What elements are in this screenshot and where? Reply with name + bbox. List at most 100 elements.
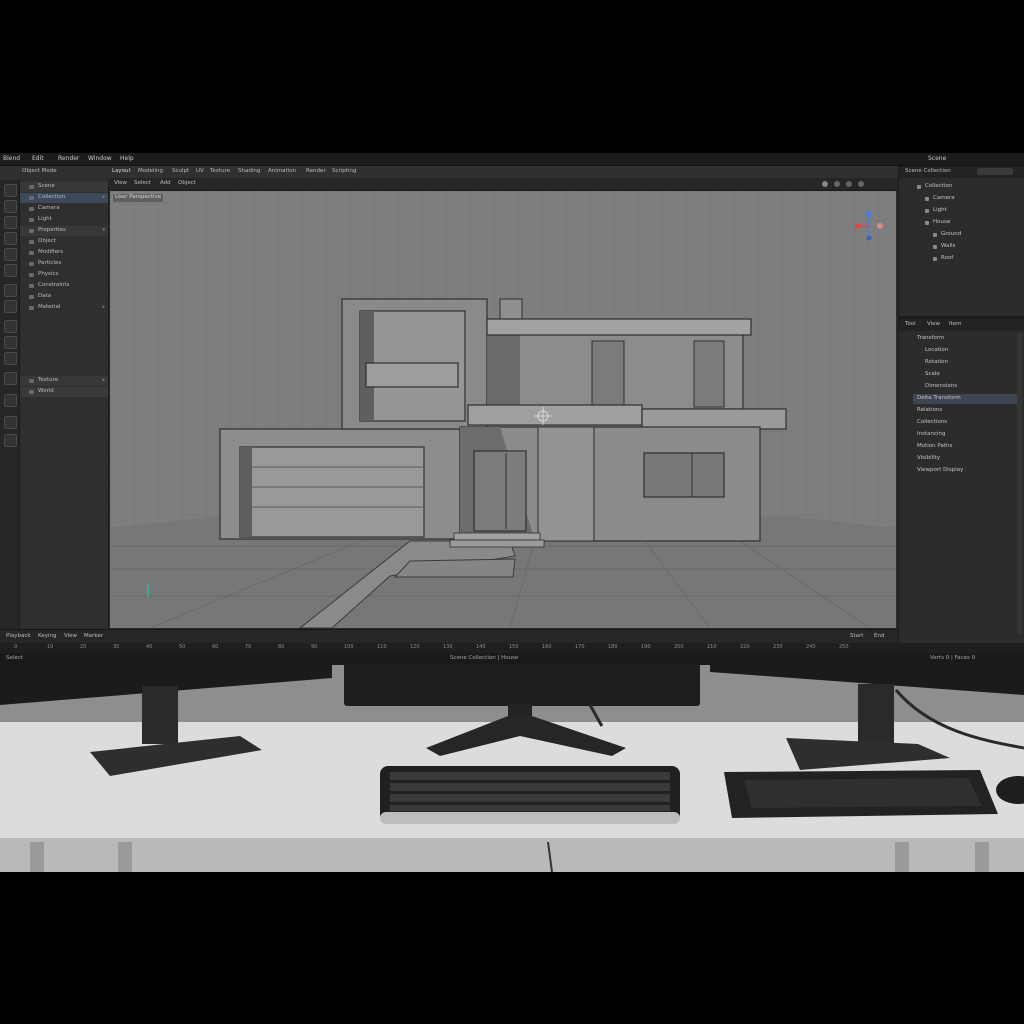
timeline-menu[interactable]: View [64,633,77,640]
tab-layout[interactable]: Layout [112,168,131,175]
outliner-item[interactable]: Walls [933,242,1017,252]
list-item[interactable]: Collection ▸ [20,193,108,203]
outliner-item[interactable]: Collection [917,182,1017,192]
navigation-gizmo[interactable] [854,211,884,241]
list-item[interactable]: Scene [20,182,108,192]
transform-tool-icon[interactable] [4,264,17,277]
property-row[interactable]: Rotation [913,358,1021,368]
timeline-menu[interactable]: Playback [6,633,31,640]
extrude-tool-icon[interactable] [4,336,17,349]
list-item-label: Camera [38,205,60,211]
property-row[interactable]: Instancing [913,430,1021,440]
outliner-item[interactable]: Camera [925,194,1017,204]
scale-tool-icon[interactable] [4,248,17,261]
camera-icon [925,197,929,201]
viewport-menu-add[interactable]: Add [160,180,171,187]
list-item-label: Properties [38,227,66,233]
shading-solid-icon[interactable] [822,181,828,187]
list-item[interactable]: Properties ▾ [20,226,108,236]
property-row[interactable]: Visibility [913,454,1021,464]
scene-selector[interactable]: Scene [928,156,946,162]
camera-tool-icon[interactable] [4,394,17,407]
outliner-search-input[interactable] [977,168,1013,175]
outliner-title[interactable]: Scene Collection [905,168,951,175]
cursor-tool-icon[interactable] [4,200,17,213]
timeline-end-label[interactable]: End [874,633,884,640]
tab-render[interactable]: Render [306,168,326,175]
frame-tick: 100 [344,644,354,650]
3d-viewport[interactable]: User Perspective [110,191,896,628]
timeline-menu[interactable]: Keying [38,633,56,640]
move-tool-icon[interactable] [4,216,17,229]
tab-modeling[interactable]: Modeling [138,168,163,175]
list-item[interactable]: Texture ▸ [20,376,108,386]
list-item[interactable]: Object [20,237,108,247]
rotate-tool-icon[interactable] [4,232,17,245]
add-cube-tool-icon[interactable] [4,320,17,333]
shading-render-icon[interactable] [846,181,852,187]
pan-tool-icon[interactable] [4,416,17,429]
properties-scrollbar[interactable] [1017,334,1022,634]
list-item[interactable]: Material ▸ [20,303,108,313]
tab-texture[interactable]: Texture [210,168,230,175]
property-row[interactable]: Scale [913,370,1021,380]
menu-item[interactable]: Edit [32,156,44,162]
select-tool-icon[interactable] [4,184,17,197]
property-row[interactable]: Collections [913,418,1021,428]
viewport-menu-view[interactable]: View [114,180,127,187]
tab-shading[interactable]: Shading [238,168,260,175]
frame-tick: 30 [113,644,120,650]
properties-tab-tool[interactable]: Tool [905,321,916,328]
timeline-menu[interactable]: Marker [84,633,103,640]
list-item-label: Collection [38,194,66,200]
property-label: Location [925,347,949,353]
menu-item[interactable]: Help [120,156,134,162]
list-item[interactable]: World [20,387,108,397]
viewport-overlay-label: User Perspective [113,194,164,202]
list-item[interactable]: Constraints [20,281,108,291]
camera-icon [29,207,34,211]
tab-scripting[interactable]: Scripting [332,168,356,175]
shading-material-icon[interactable] [834,181,840,187]
list-item[interactable]: Camera [20,204,108,214]
menu-item[interactable]: Window [88,156,112,162]
tab-uv[interactable]: UV [196,168,204,175]
zoom-tool-icon[interactable] [4,434,17,447]
menu-item[interactable]: Blend [3,156,20,162]
list-item[interactable]: Physics [20,270,108,280]
outliner-item[interactable]: Light [925,206,1017,216]
knife-tool-icon[interactable] [4,372,17,385]
tab-animation[interactable]: Animation [268,168,296,175]
list-item[interactable]: Data [20,292,108,302]
outliner-item[interactable]: Ground [933,230,1017,240]
viewport-header: View Select Add Object [110,178,898,191]
property-row[interactable]: Dimensions [913,382,1021,392]
measure-tool-icon[interactable] [4,300,17,313]
property-row[interactable]: Delta Transform [913,394,1021,404]
inset-tool-icon[interactable] [4,352,17,365]
outliner-item[interactable]: House [925,218,1017,228]
shading-wire-icon[interactable] [858,181,864,187]
timeline-ruler[interactable]: 0 10 20 30 40 50 60 70 80 90 100 110 120 130 140 150 160… [0,643,1024,653]
timeline-start-label[interactable]: Start [850,633,863,640]
outliner-item[interactable]: Roof [933,254,1017,264]
property-row[interactable]: Viewport Display [913,466,1021,476]
viewport-menu-object[interactable]: Object [178,180,196,187]
timeline-header: Playback Keying View Marker Start End [0,629,898,644]
collection-icon [917,185,921,189]
viewport-menu-select[interactable]: Select [134,180,151,187]
menu-item[interactable]: Render [58,156,79,162]
list-item[interactable]: Light [20,215,108,225]
list-item[interactable]: Modifiers [20,248,108,258]
annotate-tool-icon[interactable] [4,284,17,297]
viewport-canvas[interactable] [110,191,896,628]
properties-tab-view[interactable]: View [927,321,940,328]
left-header-label[interactable]: Object Mode [22,168,57,175]
property-row[interactable]: Location [913,346,1021,356]
properties-tab-item[interactable]: Item [949,321,962,328]
tab-sculpt[interactable]: Sculpt [172,168,189,175]
property-row[interactable]: Motion Paths [913,442,1021,452]
property-row[interactable]: Relations [913,406,1021,416]
property-row[interactable]: Transform [913,334,1021,344]
list-item[interactable]: Particles [20,259,108,269]
